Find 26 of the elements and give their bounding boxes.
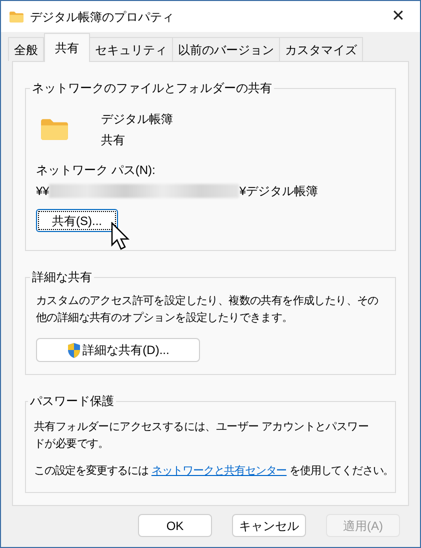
group-title: ネットワークのファイルとフォルダーの共有 [32, 81, 272, 95]
description-text: 共有フォルダーにアクセスするには、ユーザー アカウントとパスワードが必要です。 [34, 420, 370, 452]
network-path-text: ¥デジタル帳簿 [239, 183, 318, 200]
shield-icon [66, 342, 81, 358]
folder-icon [9, 10, 24, 22]
share-button[interactable]: 共有(S)... [36, 209, 118, 232]
window-title: デジタル帳簿のプロパティ [30, 8, 174, 26]
network-center-link[interactable]: ネットワークと共有センター [151, 463, 287, 480]
instruction-text: を使用してください。 [290, 464, 394, 479]
share-status: 共有 [101, 132, 126, 149]
cursor-icon [111, 222, 131, 252]
tab[interactable]: 共有 [44, 33, 90, 62]
folder-name: デジタル帳簿 [101, 111, 173, 128]
advanced-sharing-button[interactable]: 詳細な共有(D)... [36, 338, 200, 362]
tab[interactable]: カスタマイズ [279, 37, 363, 61]
description-text: カスタムのアクセス許可を設定したり、複数の共有を作成したり、その他の詳細な共有のオプションを設定したりできます。 [36, 294, 380, 326]
close-button[interactable]: ✕ [376, 1, 420, 32]
instruction-text: この設定を変更するには [34, 464, 148, 479]
dialog-button[interactable]: OK [138, 514, 212, 537]
group-title: 詳細な共有 [32, 270, 92, 284]
dialog-button[interactable]: キャンセル [232, 514, 306, 537]
tab[interactable]: 全般 [8, 37, 44, 61]
network-path-text: ¥¥ [36, 183, 50, 200]
folder-icon [40, 118, 69, 141]
group-title: パスワード保護 [30, 394, 114, 408]
field-label: ネットワーク パス(N): [36, 162, 156, 179]
